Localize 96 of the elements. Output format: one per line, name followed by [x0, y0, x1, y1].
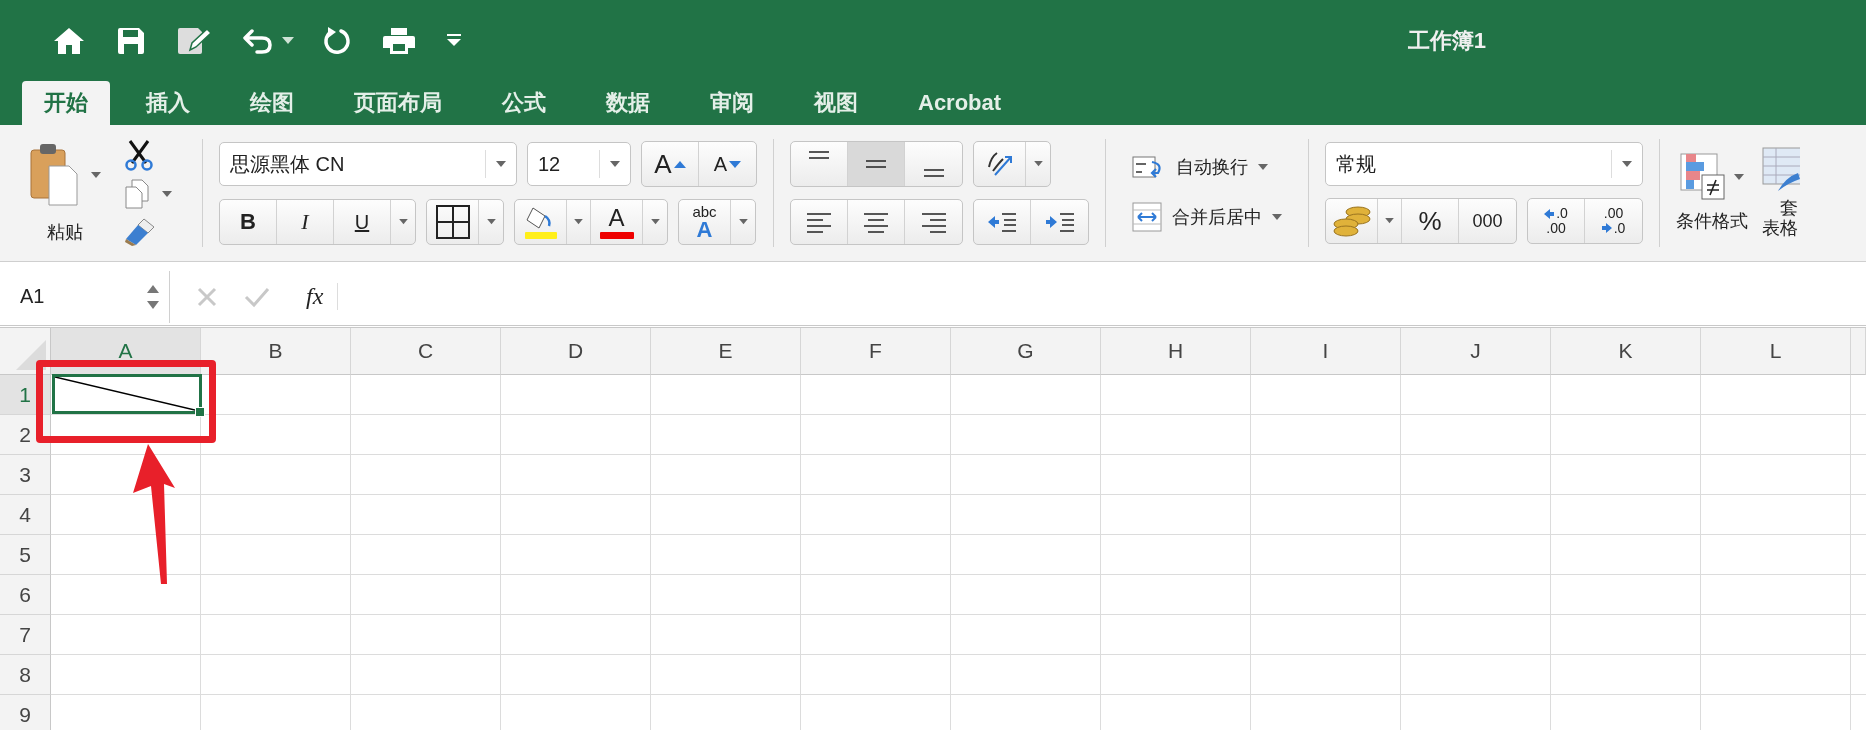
increase-decimal-button[interactable]: .0 .00 [1528, 199, 1585, 243]
conditional-format-label[interactable]: 条件格式 [1676, 209, 1748, 233]
font-size: 12 [538, 152, 562, 176]
redo-icon[interactable] [322, 25, 352, 56]
caret-icon[interactable] [91, 171, 101, 179]
home-icon[interactable] [52, 25, 86, 56]
column-header[interactable]: C [351, 328, 501, 375]
vertical-align-button[interactable] [848, 142, 905, 186]
column-header[interactable]: E [651, 328, 801, 375]
ribbon-tab[interactable]: 审阅 [686, 81, 778, 125]
align-lines-icon [862, 211, 890, 233]
paste-icon[interactable] [29, 142, 81, 208]
select-all-icon[interactable] [16, 340, 46, 370]
font-name-dropdown[interactable]: 思源黑体 CN [219, 142, 517, 186]
align-lines-icon [919, 211, 948, 233]
thousands-separator-button[interactable]: 000 [1459, 199, 1516, 243]
arrow-left-icon [1544, 208, 1555, 219]
ribbon-tab[interactable]: 数据 [582, 81, 674, 125]
row-header[interactable]: 6 [0, 575, 51, 615]
name-box[interactable]: A1 [0, 270, 170, 323]
font-name: 思源黑体 CN [230, 151, 346, 177]
ribbon-tab[interactable]: 页面布局 [330, 81, 466, 125]
ribbon-tab[interactable]: Acrobat [894, 81, 1026, 125]
caret-icon [650, 219, 660, 225]
paste-label[interactable]: 粘贴 [47, 220, 83, 244]
ribbon-tab[interactable]: 公式 [478, 81, 570, 125]
outdent-icon [986, 211, 1018, 233]
triangle-down-icon [729, 160, 742, 168]
row-header[interactable]: 5 [0, 535, 51, 575]
increase-font-size-button[interactable]: A [642, 142, 699, 186]
column-header[interactable]: D [501, 328, 651, 375]
row-header[interactable]: 3 [0, 455, 51, 495]
edit-document-icon[interactable] [176, 25, 212, 56]
column-header[interactable]: J [1401, 328, 1551, 375]
caret-icon [398, 219, 408, 225]
coins-icon [1331, 204, 1372, 238]
caret-icon [1272, 213, 1282, 221]
percent-button[interactable]: % [1402, 199, 1459, 243]
row-header[interactable]: 7 [0, 615, 51, 655]
format-painter-icon[interactable] [124, 217, 156, 247]
ribbon-tab[interactable]: 插入 [122, 81, 214, 125]
arrow-right-icon [1601, 223, 1612, 234]
insert-function-button[interactable]: fx [306, 283, 339, 310]
save-icon[interactable] [116, 25, 146, 56]
column-header[interactable]: I [1251, 328, 1401, 375]
column-header[interactable]: H [1101, 328, 1251, 375]
ribbon-tab[interactable]: 绘图 [226, 81, 318, 125]
italic-button[interactable]: I [277, 200, 334, 244]
wrap-text-button[interactable]: 自动换行 [1132, 154, 1282, 180]
number-format-dropdown[interactable]: 常规 [1325, 142, 1643, 186]
align-lines-icon [808, 151, 830, 159]
underline-button[interactable]: U [334, 200, 391, 244]
print-icon[interactable] [382, 25, 416, 56]
row-header[interactable]: 4 [0, 495, 51, 535]
number-format: 常规 [1336, 151, 1377, 177]
fill-handle[interactable] [195, 407, 205, 417]
caret-icon [1385, 218, 1394, 224]
align-lines-icon [922, 169, 945, 177]
caret-icon[interactable] [610, 160, 620, 168]
caret-icon[interactable] [282, 36, 294, 45]
caret-icon [486, 219, 496, 225]
caret-icon [574, 219, 583, 225]
ribbon-tab[interactable]: 视图 [790, 81, 882, 125]
font-size-dropdown[interactable]: 12 [527, 142, 631, 186]
column-header[interactable]: B [201, 328, 351, 375]
caret-icon [1033, 161, 1043, 167]
window-title: 工作簿1 [1407, 26, 1486, 55]
merge-cells-icon [1132, 202, 1162, 232]
conditional-format-icon[interactable] [1680, 153, 1726, 201]
customize-toolbar-icon[interactable] [446, 33, 462, 48]
column-header[interactable]: L [1701, 328, 1851, 375]
caret-icon [1258, 163, 1268, 171]
ribbon-tab[interactable]: 开始 [22, 81, 110, 125]
indent-icon [1043, 211, 1076, 233]
column-header[interactable]: G [951, 328, 1101, 375]
cell-grid[interactable] [51, 375, 1866, 730]
column-header[interactable]: F [801, 328, 951, 375]
align-lines-icon [865, 160, 887, 168]
column-header[interactable]: K [1551, 328, 1701, 375]
caret-icon[interactable] [1622, 160, 1632, 168]
row-header[interactable]: 8 [0, 655, 51, 695]
decrease-font-size-button[interactable]: A [699, 142, 756, 186]
format-table-label[interactable]: 套 [1780, 199, 1798, 219]
scissors-icon[interactable] [124, 139, 154, 171]
decrease-decimal-button[interactable]: .00 .0 [1585, 199, 1642, 243]
bold-button[interactable]: B [220, 200, 277, 244]
caret-icon[interactable] [496, 160, 506, 168]
borders-icon [435, 205, 470, 239]
format-table-label[interactable]: 表格 [1762, 219, 1798, 239]
align-lines-icon [805, 211, 833, 233]
caret-icon[interactable] [162, 190, 172, 198]
triangle-up-icon [673, 160, 686, 168]
row-header[interactable]: 9 [0, 695, 51, 730]
caret-icon[interactable] [1734, 173, 1744, 181]
merge-center-button[interactable]: 合并后居中 [1132, 202, 1282, 232]
caret-icon [738, 219, 748, 225]
